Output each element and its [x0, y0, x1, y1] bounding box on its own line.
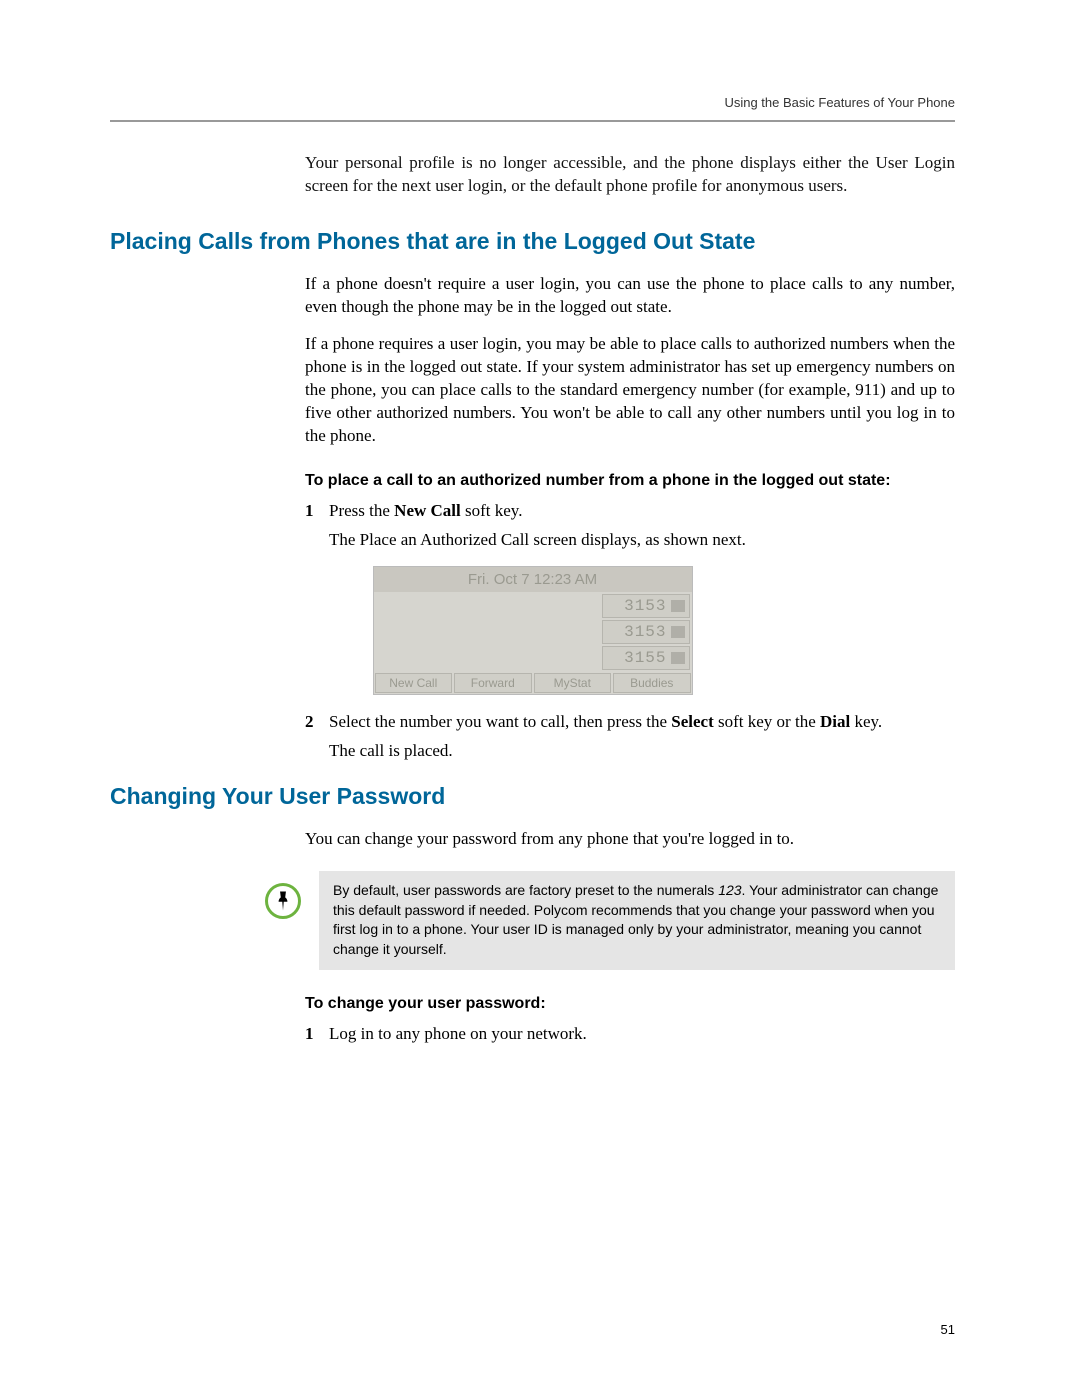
line-number: 3153 — [624, 623, 666, 641]
italic-term: 123 — [718, 882, 741, 898]
phone-timestamp: Fri. Oct 7 12:23 AM — [374, 567, 692, 592]
phone-line-key: 3153 — [602, 594, 690, 618]
bold-term: New Call — [394, 501, 461, 520]
line-number: 3153 — [624, 597, 666, 615]
bold-term: Dial — [820, 712, 850, 731]
line-number: 3155 — [624, 649, 666, 667]
step-row: 1 Press the New Call soft key. — [305, 500, 955, 523]
step-followup: The Place an Authorized Call screen disp… — [329, 529, 955, 552]
step-number: 1 — [305, 500, 329, 523]
text: soft key or the — [714, 712, 820, 731]
step-row: 1 Log in to any phone on your network. — [305, 1023, 955, 1046]
softkey: MyStat — [534, 673, 612, 693]
phone-icon — [671, 652, 685, 664]
body-paragraph: If a phone doesn't require a user login,… — [305, 273, 955, 319]
phone-line-key: 3155 — [602, 646, 690, 670]
phone-softkeys: New Call Forward MyStat Buddies — [374, 672, 692, 694]
softkey: Forward — [454, 673, 532, 693]
section-heading-changing-password: Changing Your User Password — [110, 783, 955, 810]
header-rule — [110, 120, 955, 122]
intro-paragraph: Your personal profile is no longer acces… — [305, 152, 955, 198]
pushpin-icon — [265, 883, 301, 919]
phone-icon — [671, 626, 685, 638]
step-followup: The call is placed. — [329, 740, 955, 763]
text: soft key. — [461, 501, 523, 520]
running-header: Using the Basic Features of Your Phone — [110, 95, 955, 110]
phone-line-key: 3153 — [602, 620, 690, 644]
step-text: Press the New Call soft key. — [329, 500, 955, 523]
text: By default, user passwords are factory p… — [333, 882, 718, 898]
phone-icon — [671, 600, 685, 612]
section-heading-placing-calls: Placing Calls from Phones that are in th… — [110, 228, 955, 255]
text: Select the number you want to call, then… — [329, 712, 671, 731]
procedure-heading: To change your user password: — [305, 995, 955, 1013]
phone-left-area — [374, 592, 600, 672]
step-text: Select the number you want to call, then… — [329, 711, 955, 734]
note-callout: By default, user passwords are factory p… — [265, 871, 955, 969]
phone-screenshot: Fri. Oct 7 12:23 AM 3153 3153 3155 New C… — [373, 566, 693, 695]
step-text: Log in to any phone on your network. — [329, 1023, 955, 1046]
body-paragraph: You can change your password from any ph… — [305, 828, 955, 851]
step-row: 2 Select the number you want to call, th… — [305, 711, 955, 734]
step-number: 1 — [305, 1023, 329, 1046]
body-paragraph: If a phone requires a user login, you ma… — [305, 333, 955, 448]
step-number: 2 — [305, 711, 329, 734]
softkey: New Call — [375, 673, 453, 693]
softkey: Buddies — [613, 673, 691, 693]
text: key. — [850, 712, 882, 731]
procedure-heading: To place a call to an authorized number … — [305, 472, 955, 490]
note-text: By default, user passwords are factory p… — [319, 871, 955, 969]
bold-term: Select — [671, 712, 713, 731]
text: Press the — [329, 501, 394, 520]
page-number: 51 — [941, 1322, 955, 1337]
